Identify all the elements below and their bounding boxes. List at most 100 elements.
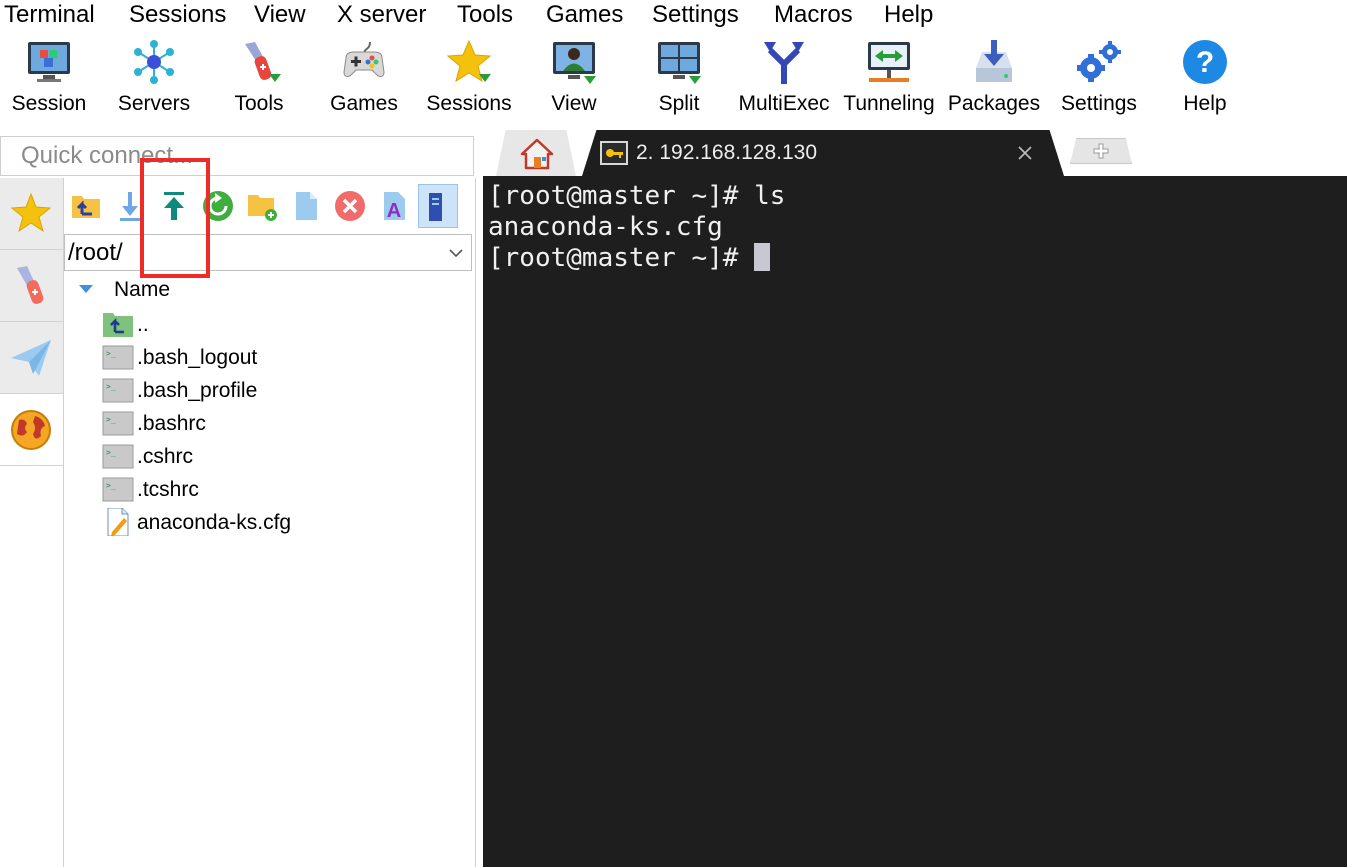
tools-knife-icon (17, 266, 44, 304)
sftp-follow-terminal-button[interactable] (418, 184, 458, 228)
toolbar-label: Help (1183, 92, 1227, 115)
sessions-star-icon (10, 192, 52, 233)
shell-script-icon: >_ (102, 411, 134, 436)
menu-x-server[interactable]: X server (337, 0, 426, 30)
sftp-parent-folder-button[interactable] (66, 184, 106, 228)
sort-descending-icon (79, 285, 93, 293)
menu-games[interactable]: Games (546, 0, 623, 30)
file-row[interactable]: >_ .bash_logout (102, 341, 462, 374)
shell-script-icon: >_ (102, 477, 134, 502)
chevron-down-icon (449, 249, 463, 258)
toolbar-servers-button[interactable]: Servers (102, 34, 206, 122)
plus-icon (1093, 143, 1109, 159)
terminal-prompt-line: [root@master ~]# (488, 243, 771, 274)
toolbar-help-button[interactable]: ? Help (1153, 34, 1257, 122)
svg-text:>_: >_ (106, 448, 116, 457)
menu-macros[interactable]: Macros (774, 0, 853, 30)
file-row[interactable]: >_ .bash_profile (102, 374, 462, 407)
file-name: .. (137, 313, 149, 336)
file-name: .bash_logout (137, 346, 258, 369)
side-tab-sessions[interactable] (0, 178, 63, 250)
sftp-delete-button[interactable] (330, 184, 370, 228)
tools-knife-icon (245, 42, 281, 82)
macros-paperplane-icon (11, 340, 51, 376)
help-question-icon: ? (1183, 40, 1227, 84)
key-icon (606, 149, 623, 158)
menu-tools[interactable]: Tools (457, 0, 513, 30)
split-screen-icon (658, 42, 701, 84)
annotation-highlight-box (140, 158, 210, 278)
menu-terminal[interactable]: Terminal (4, 0, 95, 30)
parent-folder-icon (72, 196, 100, 218)
file-row[interactable]: >_ .tcshrc (102, 473, 462, 506)
quick-connect-input[interactable] (1, 137, 473, 175)
sftp-globe-icon (11, 410, 51, 450)
view-monitor-user-icon (553, 42, 596, 84)
servers-network-icon (134, 40, 174, 84)
main-toolbar: Session Servers Tools Games Sessions Vie… (0, 30, 1347, 126)
svg-text:?: ? (1196, 46, 1214, 79)
toolbar-session-button[interactable]: Session (0, 34, 101, 122)
toolbar-view-button[interactable]: View (522, 34, 626, 122)
packages-icon (976, 40, 1012, 82)
menu-bar: Terminal Sessions View X server Tools Ga… (0, 0, 1347, 30)
svg-text:>_: >_ (106, 481, 116, 490)
settings-gears-icon (1077, 41, 1121, 82)
side-tab-macros[interactable] (0, 322, 63, 394)
svg-text:A: A (387, 200, 401, 222)
shell-script-icon: >_ (102, 378, 134, 403)
menu-sessions[interactable]: Sessions (129, 0, 226, 30)
toolbar-sessions-button[interactable]: Sessions (417, 34, 521, 122)
close-icon[interactable] (1014, 142, 1036, 164)
file-name: .bash_profile (137, 379, 258, 402)
menu-help[interactable]: Help (884, 0, 933, 30)
new-folder-icon (248, 195, 277, 221)
delete-icon (335, 191, 365, 221)
file-name: .bashrc (137, 412, 206, 435)
file-row[interactable]: >_ .cshrc (102, 440, 462, 473)
toolbar-split-button[interactable]: Split (627, 34, 731, 122)
file-row[interactable]: >_ .bashrc (102, 407, 462, 440)
ssh-key-badge (600, 141, 628, 165)
home-tab[interactable] (496, 130, 576, 176)
file-name: .cshrc (137, 445, 194, 468)
gamepad-icon (343, 41, 385, 77)
file-row-parent[interactable]: .. (102, 308, 462, 341)
svg-text:>_: >_ (106, 415, 116, 424)
follow-terminal-icon (429, 193, 442, 221)
sftp-path-dropdown[interactable]: /root/ (64, 234, 472, 271)
toolbar-tools-button[interactable]: Tools (207, 34, 311, 122)
terminal-pane[interactable]: [root@master ~]# ls anaconda-ks.cfg [roo… (483, 176, 1347, 867)
sftp-browser-panel: A /root/ Name .. >_ .bash_logout >_ .bas… (64, 178, 476, 867)
toolbar-settings-button[interactable]: Settings (1047, 34, 1151, 122)
text-file-icon (107, 508, 129, 536)
file-name: .tcshrc (137, 478, 199, 501)
menu-view[interactable]: View (254, 0, 306, 30)
toolbar-multiexec-button[interactable]: MultiExec (732, 34, 836, 122)
session-monitor-icon (28, 42, 70, 82)
sftp-new-file-button[interactable] (286, 184, 326, 228)
parent-folder-icon (103, 313, 133, 337)
new-tab-button[interactable] (1070, 138, 1132, 164)
toolbar-tunneling-button[interactable]: Tunneling (837, 34, 941, 122)
quick-connect-box (0, 136, 474, 176)
toolbar-games-button[interactable]: Games (312, 34, 416, 122)
svg-text:>_: >_ (106, 382, 116, 391)
toolbar-packages-button[interactable]: Packages (942, 34, 1046, 122)
file-row[interactable]: anaconda-ks.cfg (102, 506, 462, 539)
session-tab-strip: 2. 192.168.128.130 (476, 126, 1347, 176)
session-tab-active[interactable]: 2. 192.168.128.130 (582, 130, 1064, 176)
sftp-path-value: /root/ (68, 239, 123, 266)
sftp-rename-button[interactable]: A (374, 184, 414, 228)
shell-script-icon: >_ (102, 345, 134, 370)
menu-settings[interactable]: Settings (652, 0, 739, 30)
svg-text:>_: >_ (106, 349, 116, 358)
sftp-new-folder-button[interactable] (242, 184, 282, 228)
side-tab-tools[interactable] (0, 250, 63, 322)
rename-icon: A (384, 192, 405, 222)
side-tab-bar (0, 178, 64, 867)
terminal-line: anaconda-ks.cfg (488, 212, 723, 242)
terminal-line: [root@master ~]# ls (488, 181, 786, 211)
tunneling-icon (868, 42, 910, 82)
side-tab-sftp[interactable] (0, 394, 63, 466)
